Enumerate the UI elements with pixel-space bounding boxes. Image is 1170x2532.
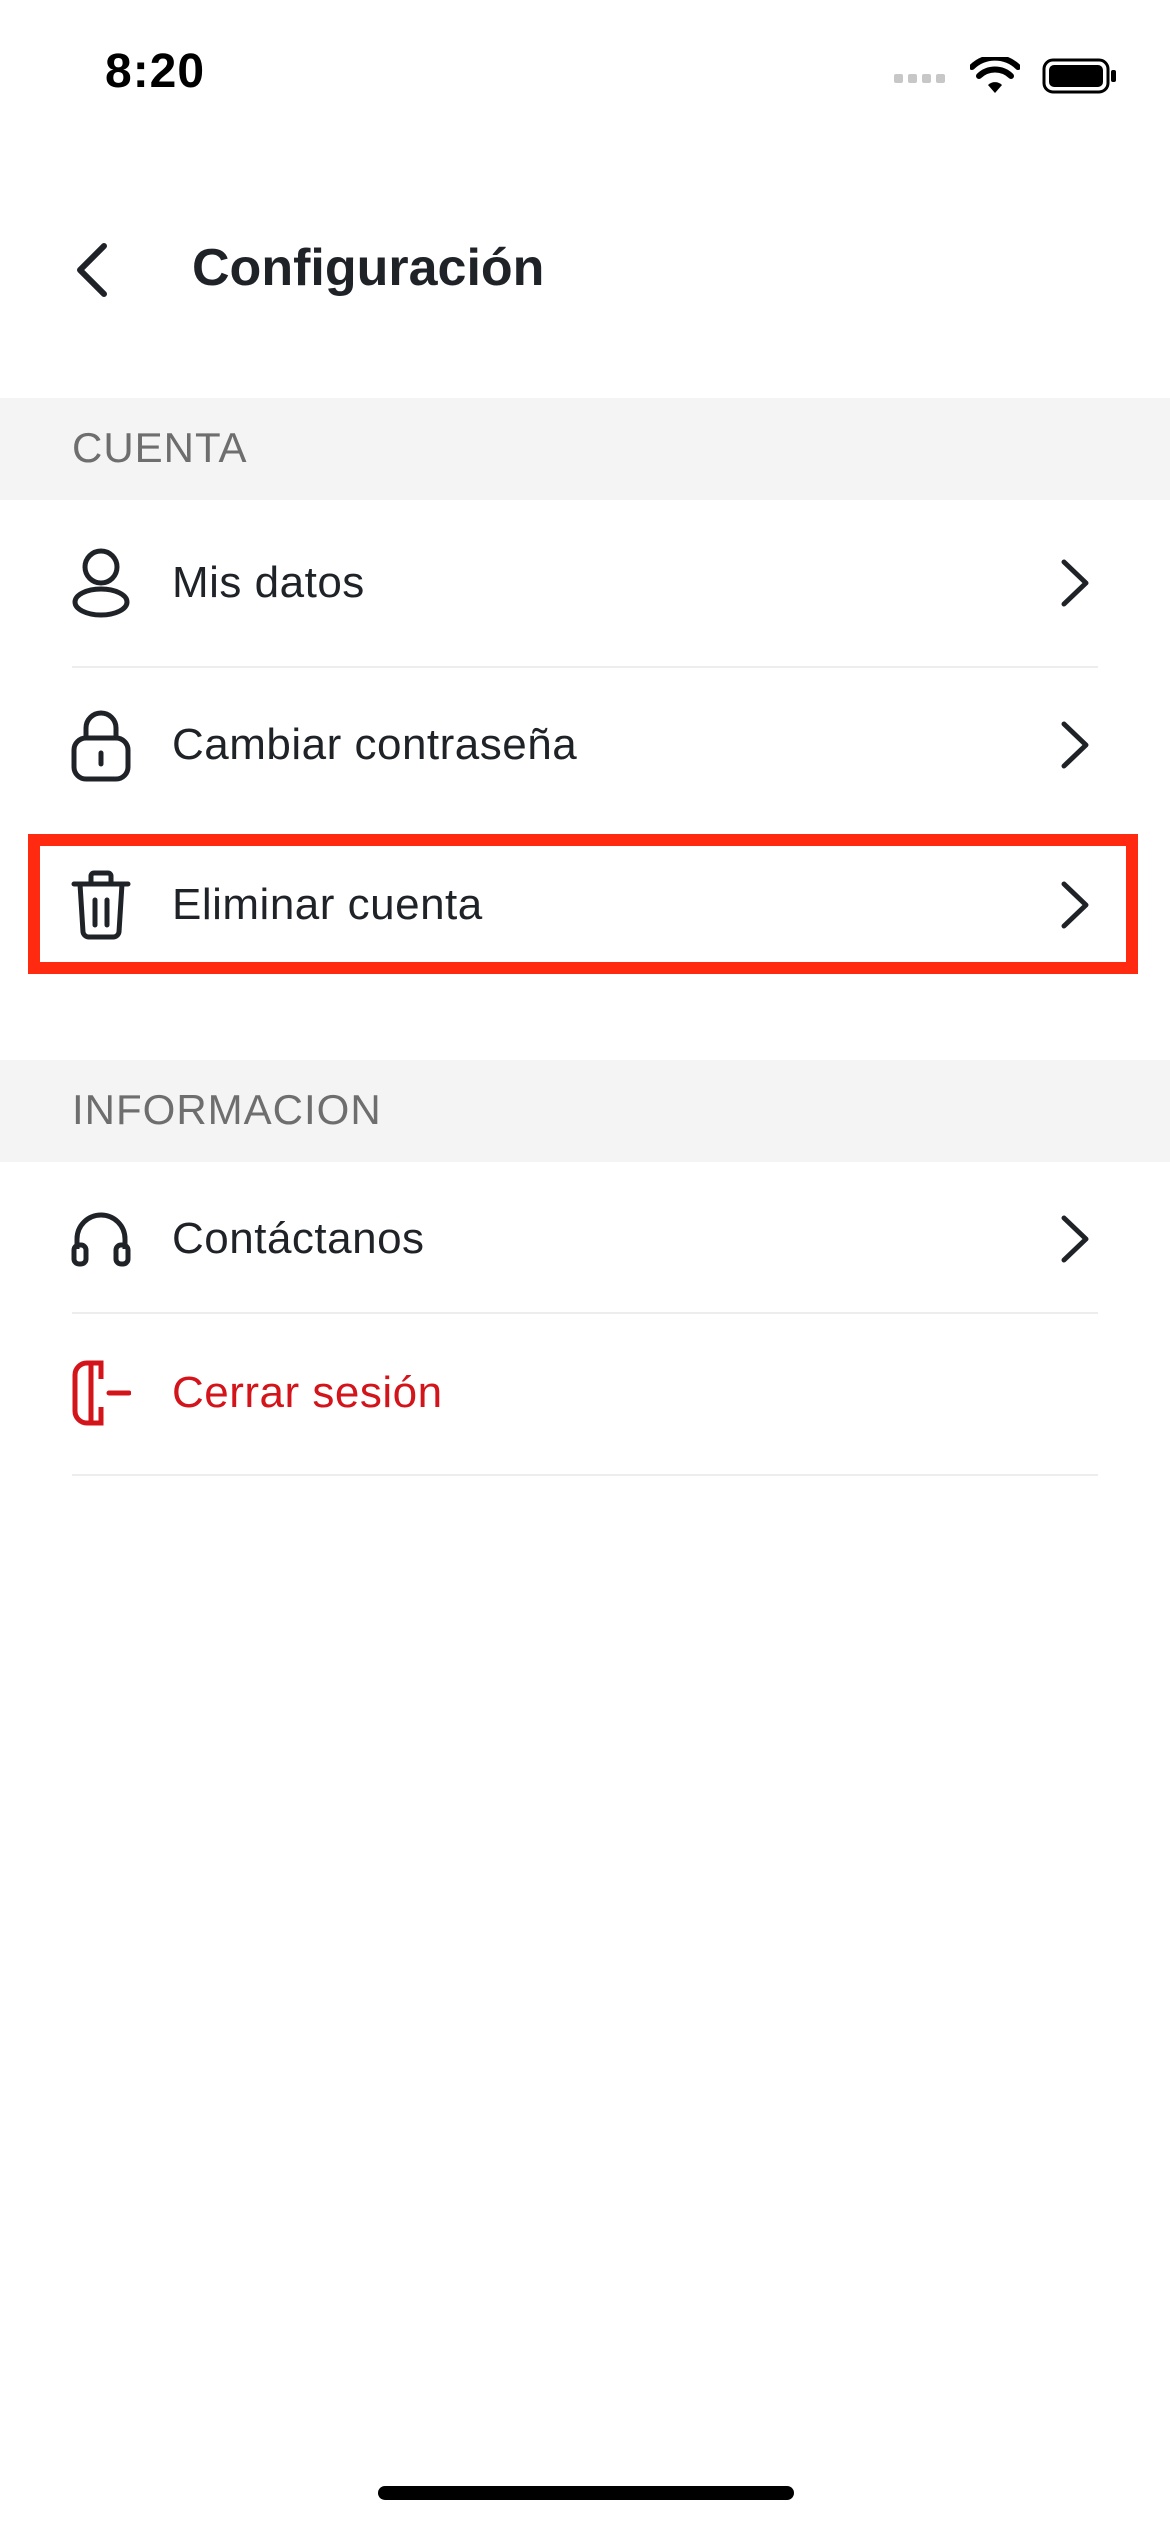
chevron-left-icon	[77, 243, 107, 297]
wifi-icon	[970, 57, 1020, 93]
chevron-right-icon	[1061, 721, 1089, 769]
section-header-cuenta: CUENTA	[0, 398, 1170, 500]
headset-icon	[66, 1204, 136, 1274]
section-header-informacion: INFORMACION	[0, 1060, 1170, 1162]
divider	[72, 666, 1098, 668]
page-title: Configuración	[192, 239, 545, 297]
status-time: 8:20	[105, 45, 206, 98]
menu-item-label: Cerrar sesión	[172, 1368, 443, 1417]
chevron-right-icon	[1061, 559, 1089, 607]
menu-item-cerrar-sesion[interactable]: Cerrar sesión	[0, 1318, 1170, 1468]
section-title: CUENTA	[72, 424, 248, 471]
menu-item-cambiar-contrasena[interactable]: Cambiar contraseña	[0, 670, 1170, 820]
lock-icon	[66, 710, 136, 782]
status-icons	[894, 52, 1118, 100]
user-icon	[66, 548, 136, 618]
chevron-right-icon	[1061, 1215, 1089, 1263]
menu-item-mis-datos[interactable]: Mis datos	[0, 508, 1170, 658]
home-indicator[interactable]	[378, 2486, 794, 2500]
logout-icon	[66, 1358, 136, 1428]
menu-item-label: Cambiar contraseña	[172, 720, 578, 769]
battery-icon	[1042, 58, 1116, 94]
divider	[72, 1474, 1098, 1476]
highlight-box	[28, 834, 1138, 974]
menu-item-label: Contáctanos	[172, 1214, 425, 1263]
menu-item-label: Mis datos	[172, 558, 365, 607]
back-button[interactable]	[60, 232, 124, 308]
cellular-signal-icon	[894, 74, 945, 83]
section-title: INFORMACION	[72, 1086, 382, 1133]
divider	[72, 1312, 1098, 1314]
menu-item-contactanos[interactable]: Contáctanos	[0, 1164, 1170, 1314]
